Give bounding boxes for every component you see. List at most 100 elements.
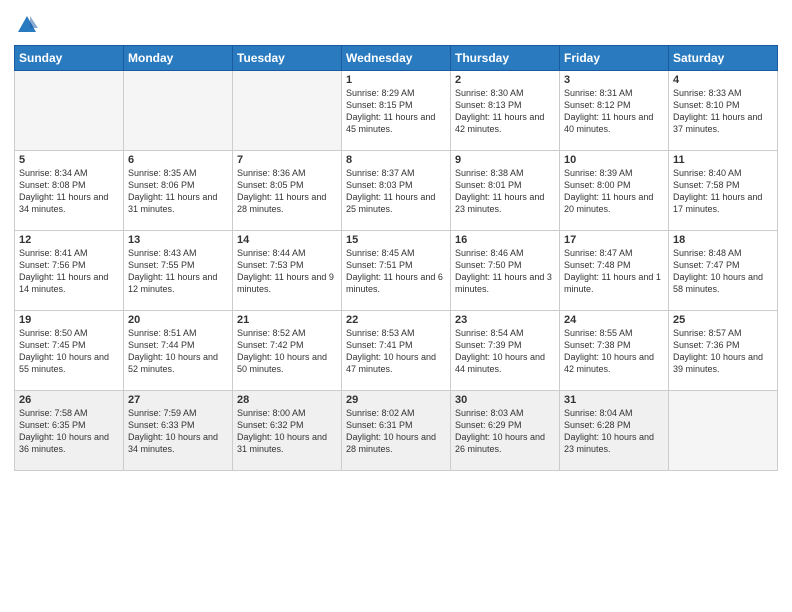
cell-content: Sunrise: 8:36 AM Sunset: 8:05 PM Dayligh… <box>237 167 337 216</box>
calendar-cell: 14Sunrise: 8:44 AM Sunset: 7:53 PM Dayli… <box>233 231 342 311</box>
cell-content: Sunrise: 8:51 AM Sunset: 7:44 PM Dayligh… <box>128 327 228 376</box>
calendar-cell: 21Sunrise: 8:52 AM Sunset: 7:42 PM Dayli… <box>233 311 342 391</box>
cell-content: Sunrise: 8:47 AM Sunset: 7:48 PM Dayligh… <box>564 247 664 296</box>
day-header-monday: Monday <box>124 46 233 71</box>
cell-content: Sunrise: 8:48 AM Sunset: 7:47 PM Dayligh… <box>673 247 773 296</box>
cell-content: Sunrise: 8:35 AM Sunset: 8:06 PM Dayligh… <box>128 167 228 216</box>
calendar-table: SundayMondayTuesdayWednesdayThursdayFrid… <box>14 45 778 471</box>
calendar-cell: 1Sunrise: 8:29 AM Sunset: 8:15 PM Daylig… <box>342 71 451 151</box>
calendar-cell: 23Sunrise: 8:54 AM Sunset: 7:39 PM Dayli… <box>451 311 560 391</box>
day-number: 15 <box>346 234 446 246</box>
calendar-cell: 3Sunrise: 8:31 AM Sunset: 8:12 PM Daylig… <box>560 71 669 151</box>
calendar-cell: 17Sunrise: 8:47 AM Sunset: 7:48 PM Dayli… <box>560 231 669 311</box>
day-header-tuesday: Tuesday <box>233 46 342 71</box>
calendar-cell: 19Sunrise: 8:50 AM Sunset: 7:45 PM Dayli… <box>15 311 124 391</box>
day-number: 27 <box>128 394 228 406</box>
cell-content: Sunrise: 8:46 AM Sunset: 7:50 PM Dayligh… <box>455 247 555 296</box>
calendar-cell: 27Sunrise: 7:59 AM Sunset: 6:33 PM Dayli… <box>124 391 233 471</box>
cell-content: Sunrise: 8:02 AM Sunset: 6:31 PM Dayligh… <box>346 407 446 456</box>
cell-content: Sunrise: 8:30 AM Sunset: 8:13 PM Dayligh… <box>455 87 555 136</box>
calendar-week-2: 5Sunrise: 8:34 AM Sunset: 8:08 PM Daylig… <box>15 151 778 231</box>
calendar-cell <box>124 71 233 151</box>
cell-content: Sunrise: 8:54 AM Sunset: 7:39 PM Dayligh… <box>455 327 555 376</box>
day-number: 22 <box>346 314 446 326</box>
logo-icon <box>16 14 38 36</box>
calendar-header-row: SundayMondayTuesdayWednesdayThursdayFrid… <box>15 46 778 71</box>
calendar-cell: 15Sunrise: 8:45 AM Sunset: 7:51 PM Dayli… <box>342 231 451 311</box>
day-header-saturday: Saturday <box>669 46 778 71</box>
cell-content: Sunrise: 8:34 AM Sunset: 8:08 PM Dayligh… <box>19 167 119 216</box>
cell-content: Sunrise: 8:39 AM Sunset: 8:00 PM Dayligh… <box>564 167 664 216</box>
calendar-cell: 4Sunrise: 8:33 AM Sunset: 8:10 PM Daylig… <box>669 71 778 151</box>
cell-content: Sunrise: 8:31 AM Sunset: 8:12 PM Dayligh… <box>564 87 664 136</box>
calendar-cell <box>233 71 342 151</box>
day-number: 7 <box>237 154 337 166</box>
day-number: 29 <box>346 394 446 406</box>
cell-content: Sunrise: 8:53 AM Sunset: 7:41 PM Dayligh… <box>346 327 446 376</box>
day-header-thursday: Thursday <box>451 46 560 71</box>
day-number: 14 <box>237 234 337 246</box>
calendar-cell: 31Sunrise: 8:04 AM Sunset: 6:28 PM Dayli… <box>560 391 669 471</box>
day-header-wednesday: Wednesday <box>342 46 451 71</box>
day-number: 17 <box>564 234 664 246</box>
page-header <box>14 10 778 37</box>
calendar-week-5: 26Sunrise: 7:58 AM Sunset: 6:35 PM Dayli… <box>15 391 778 471</box>
day-number: 31 <box>564 394 664 406</box>
day-number: 24 <box>564 314 664 326</box>
cell-content: Sunrise: 7:58 AM Sunset: 6:35 PM Dayligh… <box>19 407 119 456</box>
day-number: 3 <box>564 74 664 86</box>
cell-content: Sunrise: 8:03 AM Sunset: 6:29 PM Dayligh… <box>455 407 555 456</box>
calendar-cell: 2Sunrise: 8:30 AM Sunset: 8:13 PM Daylig… <box>451 71 560 151</box>
day-number: 25 <box>673 314 773 326</box>
cell-content: Sunrise: 8:57 AM Sunset: 7:36 PM Dayligh… <box>673 327 773 376</box>
day-number: 13 <box>128 234 228 246</box>
calendar-cell <box>669 391 778 471</box>
day-number: 30 <box>455 394 555 406</box>
day-number: 18 <box>673 234 773 246</box>
calendar-cell <box>15 71 124 151</box>
day-number: 19 <box>19 314 119 326</box>
calendar-cell: 16Sunrise: 8:46 AM Sunset: 7:50 PM Dayli… <box>451 231 560 311</box>
cell-content: Sunrise: 8:29 AM Sunset: 8:15 PM Dayligh… <box>346 87 446 136</box>
calendar-week-1: 1Sunrise: 8:29 AM Sunset: 8:15 PM Daylig… <box>15 71 778 151</box>
day-number: 16 <box>455 234 555 246</box>
calendar-cell: 22Sunrise: 8:53 AM Sunset: 7:41 PM Dayli… <box>342 311 451 391</box>
logo <box>14 14 38 37</box>
calendar-cell: 28Sunrise: 8:00 AM Sunset: 6:32 PM Dayli… <box>233 391 342 471</box>
calendar-cell: 8Sunrise: 8:37 AM Sunset: 8:03 PM Daylig… <box>342 151 451 231</box>
calendar-cell: 6Sunrise: 8:35 AM Sunset: 8:06 PM Daylig… <box>124 151 233 231</box>
cell-content: Sunrise: 8:55 AM Sunset: 7:38 PM Dayligh… <box>564 327 664 376</box>
day-number: 9 <box>455 154 555 166</box>
cell-content: Sunrise: 8:40 AM Sunset: 7:58 PM Dayligh… <box>673 167 773 216</box>
day-number: 4 <box>673 74 773 86</box>
day-number: 2 <box>455 74 555 86</box>
calendar-cell: 18Sunrise: 8:48 AM Sunset: 7:47 PM Dayli… <box>669 231 778 311</box>
day-number: 23 <box>455 314 555 326</box>
cell-content: Sunrise: 8:44 AM Sunset: 7:53 PM Dayligh… <box>237 247 337 296</box>
day-number: 5 <box>19 154 119 166</box>
cell-content: Sunrise: 8:38 AM Sunset: 8:01 PM Dayligh… <box>455 167 555 216</box>
calendar-cell: 5Sunrise: 8:34 AM Sunset: 8:08 PM Daylig… <box>15 151 124 231</box>
day-number: 10 <box>564 154 664 166</box>
day-number: 20 <box>128 314 228 326</box>
day-number: 8 <box>346 154 446 166</box>
cell-content: Sunrise: 8:45 AM Sunset: 7:51 PM Dayligh… <box>346 247 446 296</box>
day-header-sunday: Sunday <box>15 46 124 71</box>
calendar-cell: 9Sunrise: 8:38 AM Sunset: 8:01 PM Daylig… <box>451 151 560 231</box>
day-number: 26 <box>19 394 119 406</box>
calendar-cell: 13Sunrise: 8:43 AM Sunset: 7:55 PM Dayli… <box>124 231 233 311</box>
calendar-cell: 26Sunrise: 7:58 AM Sunset: 6:35 PM Dayli… <box>15 391 124 471</box>
day-header-friday: Friday <box>560 46 669 71</box>
cell-content: Sunrise: 8:43 AM Sunset: 7:55 PM Dayligh… <box>128 247 228 296</box>
calendar-cell: 25Sunrise: 8:57 AM Sunset: 7:36 PM Dayli… <box>669 311 778 391</box>
day-number: 28 <box>237 394 337 406</box>
calendar-week-4: 19Sunrise: 8:50 AM Sunset: 7:45 PM Dayli… <box>15 311 778 391</box>
day-number: 21 <box>237 314 337 326</box>
cell-content: Sunrise: 8:52 AM Sunset: 7:42 PM Dayligh… <box>237 327 337 376</box>
cell-content: Sunrise: 7:59 AM Sunset: 6:33 PM Dayligh… <box>128 407 228 456</box>
day-number: 12 <box>19 234 119 246</box>
cell-content: Sunrise: 8:41 AM Sunset: 7:56 PM Dayligh… <box>19 247 119 296</box>
calendar-cell: 24Sunrise: 8:55 AM Sunset: 7:38 PM Dayli… <box>560 311 669 391</box>
calendar-week-3: 12Sunrise: 8:41 AM Sunset: 7:56 PM Dayli… <box>15 231 778 311</box>
calendar-cell: 11Sunrise: 8:40 AM Sunset: 7:58 PM Dayli… <box>669 151 778 231</box>
